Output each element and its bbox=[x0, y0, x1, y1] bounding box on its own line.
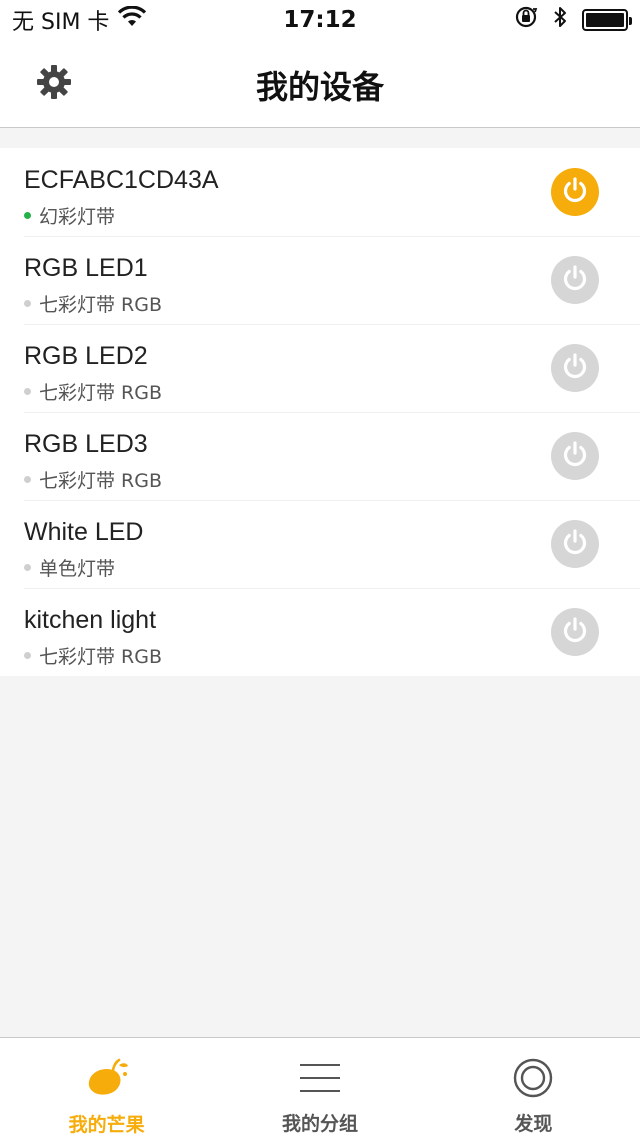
device-name: ECFABC1CD43A bbox=[24, 166, 219, 194]
device-info: 七彩灯带 RGB bbox=[24, 290, 162, 317]
device-type: 幻彩灯带 bbox=[39, 206, 116, 228]
power-toggle-button[interactable] bbox=[551, 608, 599, 656]
wifi-icon bbox=[117, 5, 147, 34]
status-dot bbox=[24, 476, 31, 483]
power-toggle-button[interactable] bbox=[551, 432, 599, 480]
tab-my-groups[interactable]: 我的分组 bbox=[213, 1038, 426, 1136]
device-row[interactable]: RGB LED3 七彩灯带 RGB bbox=[0, 412, 640, 500]
device-info: 七彩灯带 RGB bbox=[24, 378, 162, 405]
device-type: 单色灯带 bbox=[39, 558, 116, 580]
power-toggle-button[interactable] bbox=[551, 256, 599, 304]
device-type: 七彩灯带 RGB bbox=[39, 294, 162, 316]
status-dot bbox=[24, 300, 31, 307]
carrier-label: 无 SIM 卡 bbox=[12, 10, 110, 35]
device-row[interactable]: ECFABC1CD43A 幻彩灯带 bbox=[0, 148, 640, 236]
device-name: RGB LED1 bbox=[24, 254, 148, 282]
power-toggle-button[interactable] bbox=[551, 520, 599, 568]
device-list: ECFABC1CD43A 幻彩灯带 RGB LED1 七彩灯带 RGB RGB … bbox=[0, 148, 640, 676]
list-icon bbox=[299, 1056, 341, 1099]
tab-my-mango[interactable]: 我的芒果 bbox=[0, 1038, 213, 1136]
mango-icon bbox=[83, 1056, 131, 1100]
device-name: White LED bbox=[24, 518, 144, 546]
device-info: 幻彩灯带 bbox=[24, 202, 115, 229]
device-row[interactable]: kitchen light 七彩灯带 RGB bbox=[0, 588, 640, 676]
page-title: 我的设备 bbox=[255, 68, 384, 106]
power-icon bbox=[560, 615, 590, 649]
status-dot bbox=[24, 212, 31, 219]
status-right bbox=[514, 5, 632, 35]
tab-discover[interactable]: 发现 bbox=[427, 1038, 640, 1136]
status-bar: 无 SIM 卡 17:12 bbox=[0, 0, 640, 40]
device-info: 单色灯带 bbox=[24, 554, 115, 581]
power-icon bbox=[560, 263, 590, 297]
navigation-bar: 我的设备 bbox=[0, 40, 640, 128]
device-type: 七彩灯带 RGB bbox=[39, 646, 162, 668]
status-left: 无 SIM 卡 bbox=[12, 4, 147, 36]
battery-icon bbox=[582, 9, 632, 31]
tab-label: 发现 bbox=[514, 1113, 553, 1135]
orientation-lock-icon bbox=[514, 5, 538, 35]
device-info: 七彩灯带 RGB bbox=[24, 466, 162, 493]
power-toggle-button[interactable] bbox=[551, 168, 599, 216]
status-dot bbox=[24, 564, 31, 571]
discover-icon bbox=[512, 1056, 554, 1099]
power-toggle-button[interactable] bbox=[551, 344, 599, 392]
device-type: 七彩灯带 RGB bbox=[39, 470, 162, 492]
bluetooth-icon bbox=[552, 5, 568, 35]
power-icon bbox=[560, 527, 590, 561]
tab-label: 我的芒果 bbox=[68, 1114, 145, 1136]
status-dot bbox=[24, 652, 31, 659]
device-name: kitchen light bbox=[24, 606, 157, 634]
device-info: 七彩灯带 RGB bbox=[24, 642, 162, 669]
tab-bar: 我的芒果 我的分组 发现 bbox=[0, 1037, 640, 1136]
device-name: RGB LED2 bbox=[24, 342, 148, 370]
power-icon bbox=[560, 175, 590, 209]
power-icon bbox=[560, 351, 590, 385]
device-row[interactable]: White LED 单色灯带 bbox=[0, 500, 640, 588]
device-row[interactable]: RGB LED2 七彩灯带 RGB bbox=[0, 324, 640, 412]
device-row[interactable]: RGB LED1 七彩灯带 RGB bbox=[0, 236, 640, 324]
power-icon bbox=[560, 439, 590, 473]
device-type: 七彩灯带 RGB bbox=[39, 382, 162, 404]
device-name: RGB LED3 bbox=[24, 430, 148, 458]
tab-label: 我的分组 bbox=[281, 1113, 358, 1135]
status-dot bbox=[24, 388, 31, 395]
